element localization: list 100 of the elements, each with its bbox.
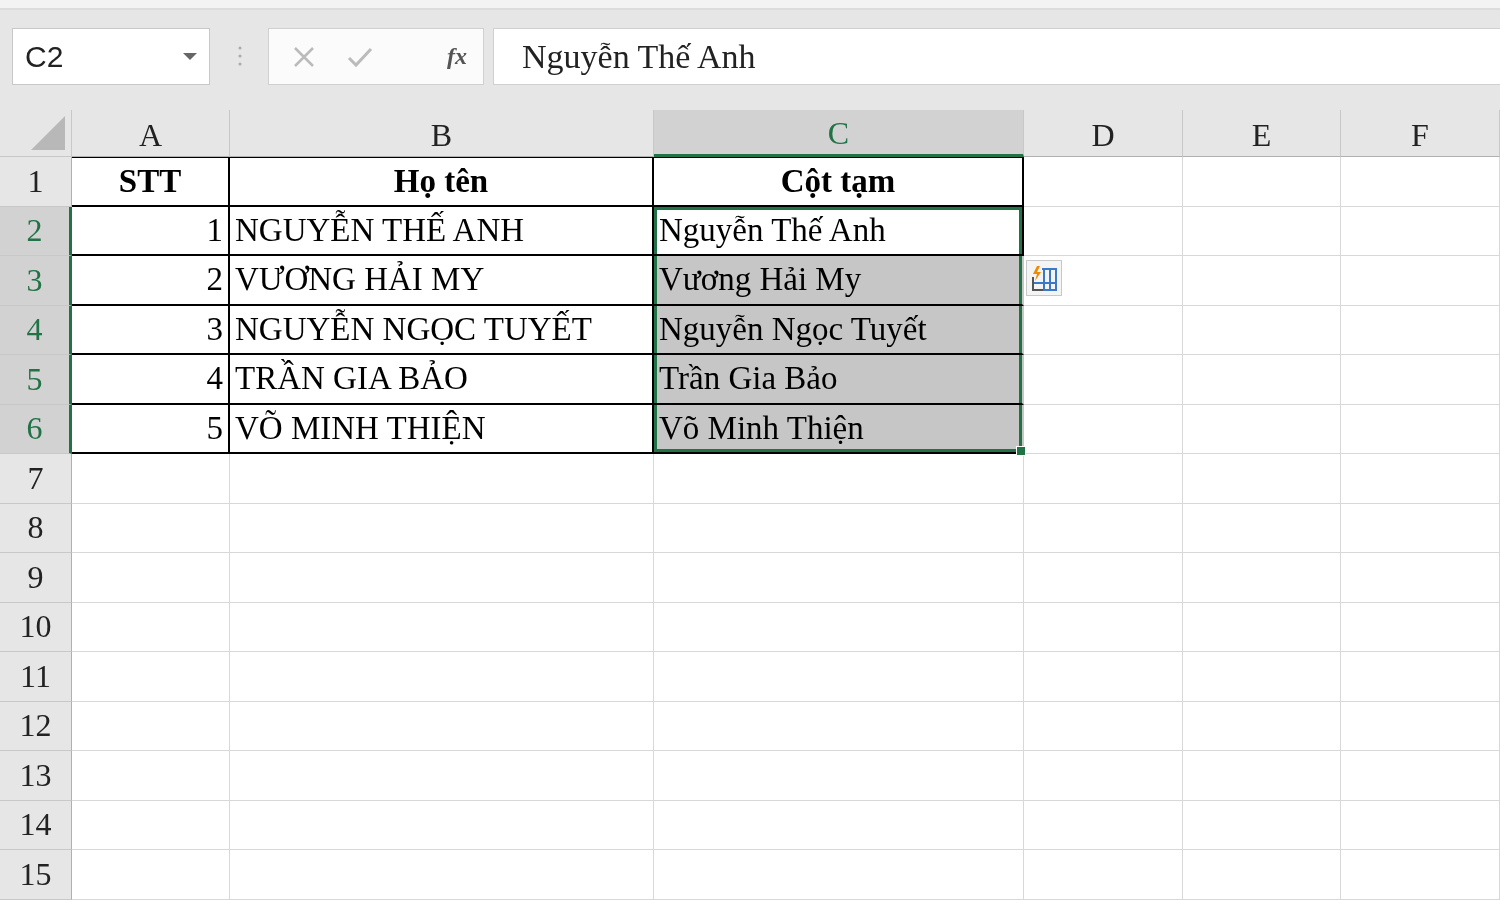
empty-cell[interactable] <box>1183 206 1341 256</box>
empty-cell[interactable] <box>1183 454 1341 504</box>
empty-cell[interactable] <box>230 850 654 900</box>
table-cell[interactable]: Nguyễn Ngọc Tuyết <box>654 305 1024 355</box>
empty-cell[interactable] <box>1183 850 1341 900</box>
empty-cell[interactable] <box>1183 355 1341 405</box>
empty-cell[interactable] <box>1341 404 1500 454</box>
table-cell[interactable]: Nguyễn Thế Anh <box>654 206 1024 256</box>
table-cell[interactable]: Võ Minh Thiện <box>654 404 1024 454</box>
row-header[interactable]: 1 <box>0 157 72 207</box>
cancel-icon[interactable] <box>293 45 315 68</box>
empty-cell[interactable] <box>1024 602 1183 652</box>
row-header[interactable]: 2 <box>0 206 72 256</box>
table-cell[interactable]: NGUYỄN THẾ ANH <box>230 206 654 256</box>
empty-cell[interactable] <box>654 652 1024 702</box>
empty-cell[interactable] <box>654 602 1024 652</box>
empty-cell[interactable] <box>1341 157 1500 207</box>
empty-cell[interactable] <box>1341 305 1500 355</box>
row-header[interactable]: 5 <box>0 355 72 405</box>
empty-cell[interactable] <box>230 751 654 801</box>
empty-cell[interactable] <box>1183 305 1341 355</box>
table-cell[interactable]: VƯƠNG HẢI MY <box>230 256 654 306</box>
row-header[interactable]: 11 <box>0 652 72 702</box>
empty-cell[interactable] <box>654 751 1024 801</box>
row-header[interactable]: 7 <box>0 454 72 504</box>
column-heading-cell[interactable]: STT <box>72 157 230 207</box>
empty-cell[interactable] <box>1341 800 1500 850</box>
empty-cell[interactable] <box>1341 751 1500 801</box>
check-icon[interactable] <box>347 45 373 68</box>
empty-cell[interactable] <box>1024 454 1183 504</box>
name-box[interactable]: C2 <box>12 28 210 85</box>
empty-cell[interactable] <box>1024 701 1183 751</box>
table-cell[interactable]: VÕ MINH THIỆN <box>230 404 654 454</box>
empty-cell[interactable] <box>230 602 654 652</box>
empty-cell[interactable] <box>654 454 1024 504</box>
column-heading-cell[interactable]: Họ tên <box>230 157 654 207</box>
row-header[interactable]: 10 <box>0 602 72 652</box>
empty-cell[interactable] <box>1183 503 1341 553</box>
table-cell[interactable]: 5 <box>72 404 230 454</box>
empty-cell[interactable] <box>1341 256 1500 306</box>
empty-cell[interactable] <box>1024 850 1183 900</box>
empty-cell[interactable] <box>230 800 654 850</box>
empty-cell[interactable] <box>1341 553 1500 603</box>
empty-cell[interactable] <box>1024 553 1183 603</box>
empty-cell[interactable] <box>1183 553 1341 603</box>
empty-cell[interactable] <box>1024 503 1183 553</box>
insert-function-button[interactable]: fx <box>447 43 467 70</box>
empty-cell[interactable] <box>1341 206 1500 256</box>
empty-cell[interactable] <box>1183 751 1341 801</box>
empty-cell[interactable] <box>1183 652 1341 702</box>
row-header[interactable]: 13 <box>0 751 72 801</box>
empty-cell[interactable] <box>230 652 654 702</box>
table-cell[interactable]: 4 <box>72 355 230 405</box>
empty-cell[interactable] <box>1024 800 1183 850</box>
empty-cell[interactable] <box>654 800 1024 850</box>
empty-cell[interactable] <box>1183 157 1341 207</box>
empty-cell[interactable] <box>1341 454 1500 504</box>
row-header[interactable]: 8 <box>0 503 72 553</box>
empty-cell[interactable] <box>1341 850 1500 900</box>
empty-cell[interactable] <box>654 701 1024 751</box>
empty-cell[interactable] <box>230 454 654 504</box>
table-cell[interactable]: 1 <box>72 206 230 256</box>
column-header[interactable]: A <box>72 110 230 157</box>
table-cell[interactable]: 3 <box>72 305 230 355</box>
select-all-triangle-icon[interactable] <box>31 116 65 150</box>
empty-cell[interactable] <box>1341 701 1500 751</box>
formula-field[interactable]: Nguyễn Thế Anh <box>493 28 1500 85</box>
column-header[interactable]: D <box>1024 110 1183 157</box>
empty-cell[interactable] <box>230 701 654 751</box>
table-cell[interactable]: 2 <box>72 256 230 306</box>
empty-cell[interactable] <box>1341 652 1500 702</box>
flash-fill-options-button[interactable] <box>1026 260 1062 296</box>
column-header[interactable]: B <box>230 110 654 157</box>
row-header[interactable]: 9 <box>0 553 72 603</box>
table-cell[interactable]: Trần Gia Bảo <box>654 355 1024 405</box>
row-header[interactable]: 6 <box>0 404 72 454</box>
column-header[interactable]: C <box>654 110 1024 157</box>
empty-cell[interactable] <box>654 503 1024 553</box>
empty-cell[interactable] <box>1024 751 1183 801</box>
empty-cell[interactable] <box>654 850 1024 900</box>
empty-cell[interactable] <box>1183 256 1341 306</box>
row-header[interactable]: 15 <box>0 850 72 900</box>
empty-cell[interactable] <box>1183 701 1341 751</box>
empty-cell[interactable] <box>230 553 654 603</box>
empty-cell[interactable] <box>1183 404 1341 454</box>
column-header[interactable]: E <box>1183 110 1341 157</box>
table-cell[interactable]: TRẦN GIA BẢO <box>230 355 654 405</box>
column-header[interactable]: F <box>1341 110 1500 157</box>
empty-cell[interactable] <box>1341 602 1500 652</box>
empty-cell[interactable] <box>1341 355 1500 405</box>
empty-cell[interactable] <box>1183 800 1341 850</box>
empty-cell[interactable] <box>1024 157 1183 207</box>
empty-cell[interactable] <box>230 503 654 553</box>
table-cell[interactable]: NGUYỄN NGỌC TUYẾT <box>230 305 654 355</box>
empty-cell[interactable] <box>1341 503 1500 553</box>
empty-cell[interactable] <box>654 553 1024 603</box>
fill-handle[interactable] <box>1016 446 1026 456</box>
row-header[interactable]: 3 <box>0 256 72 306</box>
empty-cell[interactable] <box>1183 602 1341 652</box>
row-header[interactable]: 4 <box>0 305 72 355</box>
